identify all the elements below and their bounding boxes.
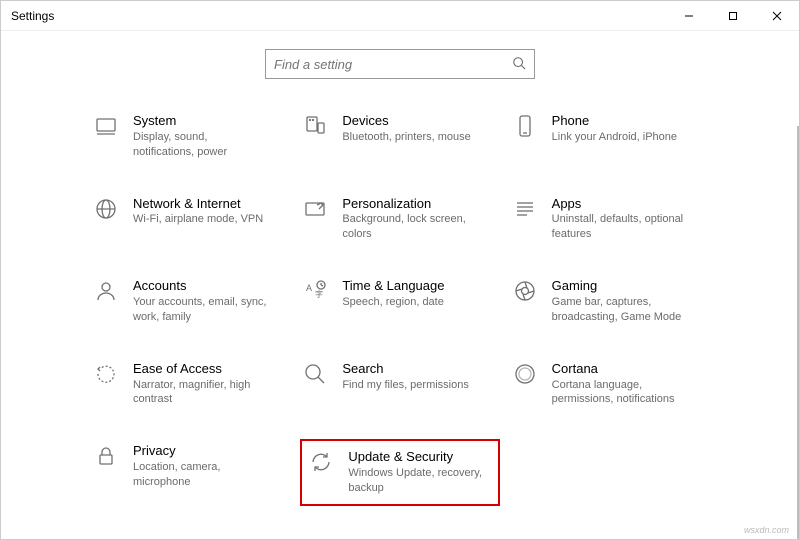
tile-apps[interactable]: Apps Uninstall, defaults, optional featu… [510,192,709,247]
tile-title: System [133,113,268,130]
lock-icon [93,443,119,469]
search-container [1,49,799,79]
tile-update-security[interactable]: Update & Security Windows Update, recove… [300,439,499,506]
close-icon [772,11,782,21]
globe-icon [93,196,119,222]
tile-title: Gaming [552,278,687,295]
minimize-button[interactable] [667,1,711,31]
tile-desc: Display, sound, notifications, power [133,130,268,160]
tile-title: Update & Security [348,449,483,466]
tile-title: Apps [552,196,687,213]
window-controls [667,1,799,31]
tile-phone[interactable]: Phone Link your Android, iPhone [510,109,709,164]
scrollbar[interactable] [797,126,799,539]
tile-title: Accounts [133,278,268,295]
maximize-button[interactable] [711,1,755,31]
tile-time-language[interactable]: A字 Time & Language Speech, region, date [300,274,499,329]
tile-title: Privacy [133,443,268,460]
cortana-icon [512,361,538,387]
tile-title: Cortana [552,361,687,378]
tile-title: Phone [552,113,677,130]
tile-desc: Windows Update, recovery, backup [348,466,483,496]
tile-desc: Speech, region, date [342,295,444,310]
tile-desc: Bluetooth, printers, mouse [342,130,470,145]
svg-text:A: A [306,283,312,293]
search-icon [512,56,526,73]
search-category-icon [302,361,328,387]
tile-title: Ease of Access [133,361,268,378]
tile-desc: Location, camera, microphone [133,460,268,490]
tile-title: Devices [342,113,470,130]
tile-desc: Game bar, captures, broadcasting, Game M… [552,295,687,325]
maximize-icon [728,11,738,21]
gaming-icon [512,278,538,304]
tile-desc: Wi-Fi, airplane mode, VPN [133,212,263,227]
tile-desc: Your accounts, email, sync, work, family [133,295,268,325]
tile-gaming[interactable]: Gaming Game bar, captures, broadcasting,… [510,274,709,329]
tile-title: Time & Language [342,278,444,295]
svg-text:字: 字 [315,289,323,299]
tile-system[interactable]: System Display, sound, notifications, po… [91,109,290,164]
watermark: wsxdn.com [744,525,789,535]
personalization-icon [302,196,328,222]
update-icon [308,449,334,475]
tile-desc: Background, lock screen, colors [342,212,477,242]
minimize-icon [684,11,694,21]
tile-desc: Link your Android, iPhone [552,130,677,145]
tile-title: Personalization [342,196,477,213]
system-icon [93,113,119,139]
devices-icon [302,113,328,139]
accounts-icon [93,278,119,304]
tile-search[interactable]: Search Find my files, permissions [300,357,499,412]
settings-grid: System Display, sound, notifications, po… [1,109,799,506]
tile-privacy[interactable]: Privacy Location, camera, microphone [91,439,290,506]
tile-desc: Find my files, permissions [342,378,469,393]
tile-title: Network & Internet [133,196,263,213]
window-title: Settings [11,9,54,23]
search-input[interactable] [274,57,512,72]
tile-desc: Cortana language, permissions, notificat… [552,378,687,408]
tile-devices[interactable]: Devices Bluetooth, printers, mouse [300,109,499,164]
apps-icon [512,196,538,222]
title-bar: Settings [1,1,799,31]
tile-personalization[interactable]: Personalization Background, lock screen,… [300,192,499,247]
search-box[interactable] [265,49,535,79]
tile-title: Search [342,361,469,378]
close-button[interactable] [755,1,799,31]
tile-ease-of-access[interactable]: Ease of Access Narrator, magnifier, high… [91,357,290,412]
tile-network[interactable]: Network & Internet Wi-Fi, airplane mode,… [91,192,290,247]
time-language-icon: A字 [302,278,328,304]
tile-accounts[interactable]: Accounts Your accounts, email, sync, wor… [91,274,290,329]
ease-icon [93,361,119,387]
tile-cortana[interactable]: Cortana Cortana language, permissions, n… [510,357,709,412]
phone-icon [512,113,538,139]
tile-desc: Narrator, magnifier, high contrast [133,378,268,408]
tile-desc: Uninstall, defaults, optional features [552,212,687,242]
